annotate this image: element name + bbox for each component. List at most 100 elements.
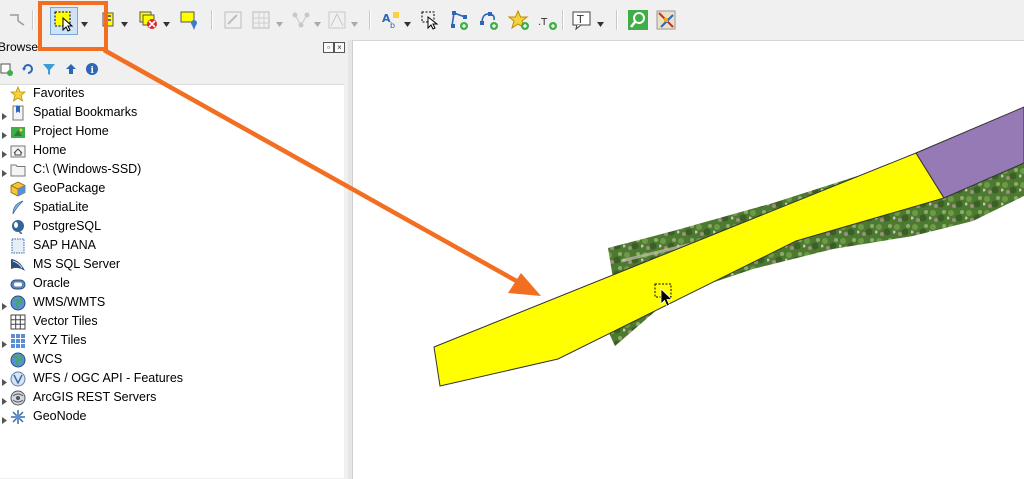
expand-arrow-icon[interactable]: [2, 166, 7, 177]
browser-item-arcgis-rest[interactable]: ArcGIS REST Servers: [0, 388, 344, 407]
mssql-icon: [10, 257, 26, 273]
browser-item-wcs[interactable]: WCS: [0, 350, 344, 369]
browser-item-favorites[interactable]: Favorites: [0, 84, 344, 103]
browser-item-label: ArcGIS REST Servers: [33, 390, 157, 404]
browser-item-oracle[interactable]: Oracle: [0, 274, 344, 293]
float-panel-icon[interactable]: ▫: [323, 42, 334, 53]
pan-to-selection-icon[interactable]: [6, 9, 28, 31]
browser-item-vector-tiles[interactable]: Vector Tiles: [0, 312, 344, 331]
select-features-button[interactable]: [50, 7, 78, 35]
select-label-icon[interactable]: [419, 9, 441, 31]
globe-icon: [10, 295, 26, 311]
browser-item-spatialite[interactable]: SpatiaLite: [0, 198, 344, 217]
expand-arrow-icon[interactable]: [2, 299, 7, 310]
browser-item-label: Oracle: [33, 276, 70, 290]
browser-item-label: Favorites: [33, 86, 85, 100]
browser-item-project-home[interactable]: Project Home: [0, 122, 344, 141]
add-part-icon[interactable]: [478, 9, 500, 31]
globe-icon: [10, 352, 26, 368]
expand-arrow-icon[interactable]: [2, 394, 7, 405]
bookmark-icon: [10, 105, 26, 121]
grid-edit-dropdown[interactable]: [276, 17, 283, 27]
vector-tiles-icon: [10, 314, 26, 330]
home-folder-icon: [10, 143, 26, 159]
label-dropdown[interactable]: [404, 17, 411, 27]
browser-item-label: Home: [33, 143, 67, 157]
browser-item-label: XYZ Tiles: [33, 333, 87, 347]
select-by-value-icon[interactable]: [97, 9, 119, 31]
add-point-star-icon[interactable]: [508, 9, 530, 31]
expand-arrow-icon[interactable]: [2, 413, 7, 424]
map-canvas[interactable]: [353, 41, 1024, 479]
svg-text:T: T: [576, 13, 584, 26]
browser-item-wms-wmts[interactable]: WMS/WMTS: [0, 293, 344, 312]
browser-item-sap-hana[interactable]: SAP HANA: [0, 236, 344, 255]
selected-feature-polygon[interactable]: [433, 152, 945, 387]
expand-arrow-icon[interactable]: [2, 337, 7, 348]
browser-item-c-drive[interactable]: C:\ (Windows-SSD): [0, 160, 344, 179]
browser-item-home[interactable]: Home: [0, 141, 344, 160]
expand-arrow-icon[interactable]: [2, 109, 7, 120]
geopackage-icon: [10, 181, 26, 197]
info-icon[interactable]: i: [85, 62, 99, 76]
deselect-dropdown[interactable]: [163, 17, 170, 27]
browser-item-label: WCS: [33, 352, 63, 366]
expand-arrow-icon[interactable]: [2, 375, 7, 386]
drive-folder-icon: [10, 162, 26, 178]
wfs-icon: [10, 371, 26, 387]
search-icon[interactable]: [627, 9, 649, 31]
panel-buttons: ▫ ×: [323, 42, 345, 53]
spatialite-icon: [10, 200, 26, 216]
browser-item-label: C:\ (Windows-SSD): [33, 162, 142, 176]
map-toolbar: Ab .To T: [0, 0, 1024, 41]
digitize-icon[interactable]: [222, 9, 244, 31]
select-by-value-dropdown[interactable]: [121, 17, 128, 27]
node-tool-icon[interactable]: [448, 9, 470, 31]
select-features-dropdown[interactable]: [81, 17, 88, 27]
expand-arrow-icon[interactable]: [2, 147, 7, 158]
collapse-all-icon[interactable]: [64, 62, 78, 76]
browser-item-label: PostgreSQL: [33, 219, 102, 233]
browser-item-wfs[interactable]: WFS / OGC API - Features: [0, 369, 344, 388]
geonode-icon: [10, 409, 26, 425]
project-home-icon: [10, 124, 26, 140]
select-location-icon[interactable]: [178, 9, 200, 31]
label-abc-icon[interactable]: Ab: [380, 9, 402, 31]
svg-text:.T: .T: [538, 17, 548, 28]
browser-item-postgresql[interactable]: PostgreSQL: [0, 217, 344, 236]
close-panel-icon[interactable]: ×: [334, 42, 345, 53]
add-layer-icon[interactable]: [0, 62, 14, 76]
plugin-tool-icon[interactable]: [655, 9, 677, 31]
vertex-dropdown[interactable]: [351, 17, 358, 27]
oracle-icon: [10, 276, 26, 292]
grid-edit-icon[interactable]: [250, 9, 272, 31]
star-icon: [10, 86, 26, 102]
browser-panel-title: Browser: [0, 40, 43, 54]
network-dropdown[interactable]: [314, 17, 321, 27]
network-icon[interactable]: [290, 9, 312, 31]
browser-item-spatial-bookmarks[interactable]: Spatial Bookmarks: [0, 103, 344, 122]
browser-item-label: MS SQL Server: [33, 257, 121, 271]
text-box-icon[interactable]: T: [571, 9, 593, 31]
expand-arrow-icon[interactable]: [2, 128, 7, 139]
browser-item-xyz-tiles[interactable]: XYZ Tiles: [0, 331, 344, 350]
vertex-tool-icon[interactable]: [326, 9, 348, 31]
filter-icon[interactable]: [42, 62, 56, 76]
browser-item-label: Project Home: [33, 124, 109, 138]
browser-item-geonode[interactable]: GeoNode: [0, 407, 344, 426]
sap-hana-icon: [10, 238, 26, 254]
browser-item-geopackage[interactable]: GeoPackage: [0, 179, 344, 198]
browser-item-label: SAP HANA: [33, 238, 96, 252]
postgresql-icon: [10, 219, 26, 235]
text-box-dropdown[interactable]: [597, 17, 604, 27]
browser-item-label: Spatial Bookmarks: [33, 105, 138, 119]
browser-item-mssql[interactable]: MS SQL Server: [0, 255, 344, 274]
browser-item-label: SpatiaLite: [33, 200, 89, 214]
arcgis-icon: [10, 390, 26, 406]
svg-text:b: b: [390, 21, 395, 30]
text-annotation-icon[interactable]: .To: [536, 9, 558, 31]
browser-toolbar: i: [0, 62, 110, 78]
deselect-features-icon[interactable]: [137, 9, 159, 31]
refresh-icon[interactable]: [21, 62, 35, 76]
browser-item-label: Vector Tiles: [33, 314, 98, 328]
